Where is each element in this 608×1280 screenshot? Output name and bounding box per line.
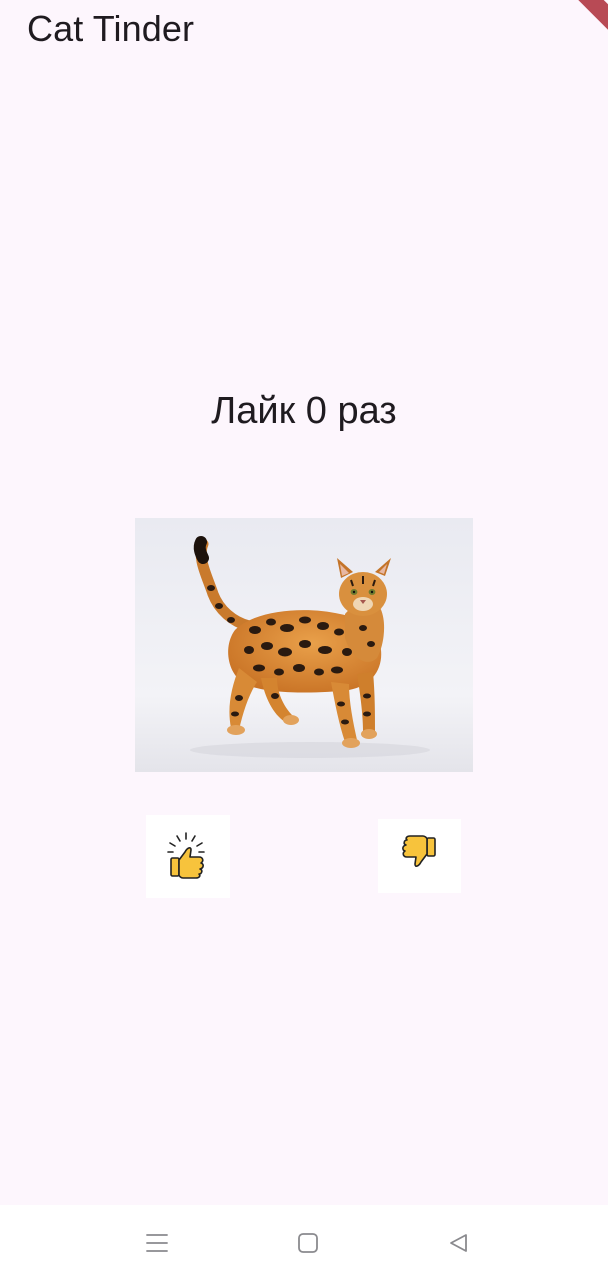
menu-icon[interactable]	[137, 1223, 177, 1263]
home-icon[interactable]	[288, 1223, 328, 1263]
back-icon[interactable]	[438, 1223, 478, 1263]
thumbs-down-icon	[401, 834, 439, 878]
like-counter: Лайк 0 раз	[211, 390, 397, 432]
dislike-button[interactable]	[378, 819, 461, 893]
app-screen: Cat Tinder Лайк 0 раз	[0, 0, 608, 1205]
app-title: Cat Tinder	[27, 8, 195, 49]
thumbs-up-icon	[165, 830, 211, 883]
like-button[interactable]	[146, 815, 230, 898]
debug-banner	[568, 0, 608, 40]
system-navigation-bar	[0, 1205, 608, 1280]
cat-photo	[135, 518, 473, 772]
